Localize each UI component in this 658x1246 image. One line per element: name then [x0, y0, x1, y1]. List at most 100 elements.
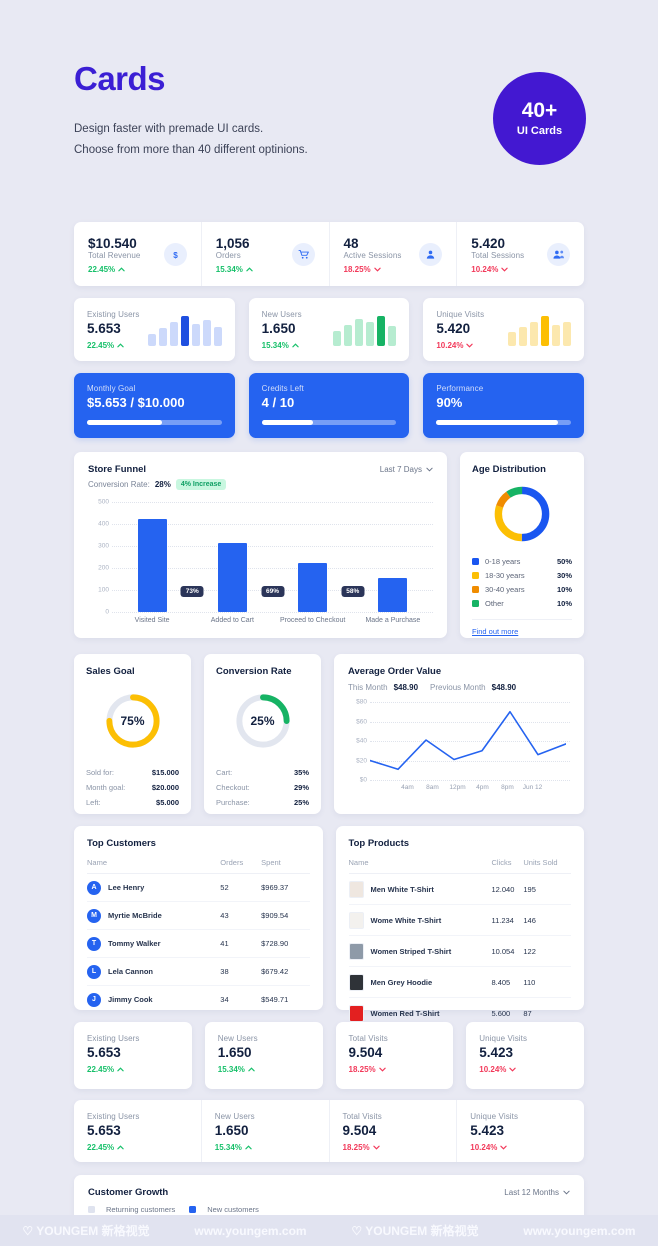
product-clicks-cell: 10.054	[491, 935, 524, 967]
detail-label: Checkout:	[216, 783, 250, 792]
customer-spent-cell: $679.42	[261, 957, 310, 986]
progress-value: 90%	[436, 395, 463, 410]
legend-color-swatch	[88, 1206, 95, 1213]
table-header-row: Name Orders Spent	[87, 858, 310, 874]
badge-count: 40+	[521, 99, 558, 123]
aov-line-chart	[370, 702, 566, 780]
y-tick: 300	[98, 542, 109, 550]
detail-value: $15.000	[151, 768, 179, 777]
stat-label: Unique Visits	[470, 1112, 519, 1121]
customer-name-cell: A Lee Henry	[87, 873, 221, 902]
age-legend-row-2: 30-40 years 10%	[472, 585, 572, 594]
delta-value: 10.24%	[470, 1143, 498, 1152]
delta-value: 15.34%	[214, 1143, 242, 1152]
arrow-down-icon	[466, 343, 474, 348]
customer-growth-range-selector[interactable]: Last 12 Months	[504, 1188, 570, 1197]
table-row[interactable]: Women Striped T-Shirt 10.054 122	[348, 935, 571, 967]
kpi-cell-1: 1,056 Orders 15.34%	[202, 222, 330, 286]
watermark-footer: ♡ YOUNGEM 新格视觉 www.youngem.com ♡ YOUNGEM 新…	[0, 1215, 658, 1246]
stat-label: Total Visits	[348, 1034, 388, 1043]
legend-color-swatch	[189, 1206, 197, 1213]
stat-value: 5.653	[87, 1123, 121, 1138]
table-body: Men White T-Shirt 12.040 195 Wome White T-S…	[348, 873, 571, 1029]
customer-spent-cell: $909.54	[261, 901, 310, 930]
find-out-more-link[interactable]: Find out more	[472, 627, 572, 636]
conversion-rate-row-2: Purchase: 25%	[216, 798, 309, 807]
product-name-cell: Women Striped T-Shirt	[348, 935, 492, 967]
legend-label: New customers	[207, 1205, 259, 1214]
gridline	[112, 612, 433, 613]
detail-label: Month goal:	[86, 783, 126, 792]
arrow-up-icon	[117, 342, 124, 347]
progress-label: Credits Left	[261, 384, 304, 393]
y-tick: 100	[98, 586, 109, 594]
y-tick: 500	[98, 498, 109, 506]
age-distribution-title: Age Distribution	[472, 464, 546, 475]
product-thumbnail	[348, 973, 364, 991]
delta-indicator: 18.25%	[349, 1065, 441, 1074]
table-row[interactable]: T Tommy Walker 41 $728.90	[87, 929, 310, 958]
spark-bar	[530, 321, 539, 346]
kpi-value: 48	[343, 236, 359, 251]
delta-value: 15.34%	[215, 265, 243, 274]
mini-bar-chart	[333, 314, 397, 346]
delta-indicator: 10.24%	[470, 1143, 571, 1152]
kpi-value: $10.540	[88, 236, 137, 251]
customer-orders-cell: 38	[220, 957, 262, 986]
funnel-step-badge: 69%	[260, 586, 285, 597]
conversion-rate-value: 28%	[154, 480, 171, 489]
stat-card-0: Existing Users 5.653 22.45%	[74, 1022, 192, 1089]
conversion-rate-card: Conversion Rate 25% Cart: 35% Checkout: 29%…	[204, 654, 321, 814]
conversion-rate-row-1: Checkout: 29%	[216, 783, 309, 792]
sales-goal-detail-list: Sold for: $15.000 Month goal: $20.000 Left: $…	[86, 768, 179, 813]
aov-prev-month-label: Previous Month	[430, 683, 486, 692]
store-funnel-range-selector[interactable]: Last 7 Days	[380, 465, 433, 474]
kpi-strip: $10.540 Total Revenue 22.45% $1,056 Orders 15…	[74, 222, 584, 286]
product-clicks-cell: 11.234	[491, 904, 524, 936]
gauges-and-aov-row: Sales Goal 75% Sold for: $15.000 Month goa…	[74, 654, 584, 814]
user-icon	[419, 242, 443, 266]
mini-bar-chart	[508, 314, 572, 346]
legend-percent: 10%	[556, 599, 572, 608]
y-tick: $80	[356, 698, 367, 706]
product-units-cell: 195	[523, 873, 571, 905]
column-header: Name	[87, 858, 221, 874]
aov-plot: $0 $20 $40 $60 $80	[348, 698, 570, 784]
table-row[interactable]: J Jimmy Cook 34 $549.71	[87, 986, 310, 1014]
legend-label: 18-30 years	[485, 571, 525, 580]
customer-spent-cell: $728.90	[261, 929, 310, 958]
kpi-cell-3: 5.420 Total Sessions 10.24%	[457, 222, 584, 286]
delta-indicator: 22.45%	[87, 341, 140, 350]
table-row[interactable]: Men Grey Hoodie 8.405 110	[348, 966, 571, 998]
chevron-down-icon	[426, 465, 433, 474]
delta-indicator: 15.34%	[216, 265, 253, 274]
x-tick: Proceed to Checkout	[279, 617, 346, 624]
arrow-up-icon	[246, 267, 253, 272]
y-tick: 0	[105, 608, 109, 616]
chevron-down-icon	[563, 1188, 570, 1197]
kpi-label: Orders	[215, 251, 241, 260]
delta-value: 10.24%	[436, 340, 464, 350]
top-products-table: Name Clicks Units Sold Men White T-Shirt 12…	[348, 858, 571, 1029]
stat-label: Existing Users	[87, 1034, 140, 1043]
table-row[interactable]: L Lela Cannon 38 $679.42	[87, 957, 310, 986]
avatar: A	[87, 880, 101, 895]
kpi-text: 5.420 Total Sessions 10.24%	[471, 234, 524, 274]
avatar: J	[87, 992, 101, 1007]
table-row[interactable]: M Myrtie McBride 43 $909.54	[87, 901, 310, 930]
table-row[interactable]: Men White T-Shirt 12.040 195	[348, 873, 571, 905]
mini-stat-card-2: Unique Visits 5.420 10.24%	[423, 298, 585, 361]
spark-bar	[202, 320, 211, 346]
column-header: Units Sold	[523, 858, 571, 874]
stat-label: New Users	[214, 1112, 255, 1121]
aov-prev-month-value: $48.90	[491, 683, 517, 692]
kpi-value: 1,056	[215, 236, 250, 251]
table-row[interactable]: Wome White T-Shirt 11.234 146	[348, 904, 571, 936]
age-donut-chart	[472, 483, 572, 545]
customer-name-cell: L Lela Cannon	[87, 957, 221, 986]
x-tick	[545, 784, 570, 791]
table-row[interactable]: A Lee Henry 52 $969.37	[87, 873, 310, 902]
kpi-label: Active Sessions	[343, 251, 402, 260]
arrow-down-icon	[509, 1067, 517, 1072]
spark-bar	[147, 333, 156, 346]
